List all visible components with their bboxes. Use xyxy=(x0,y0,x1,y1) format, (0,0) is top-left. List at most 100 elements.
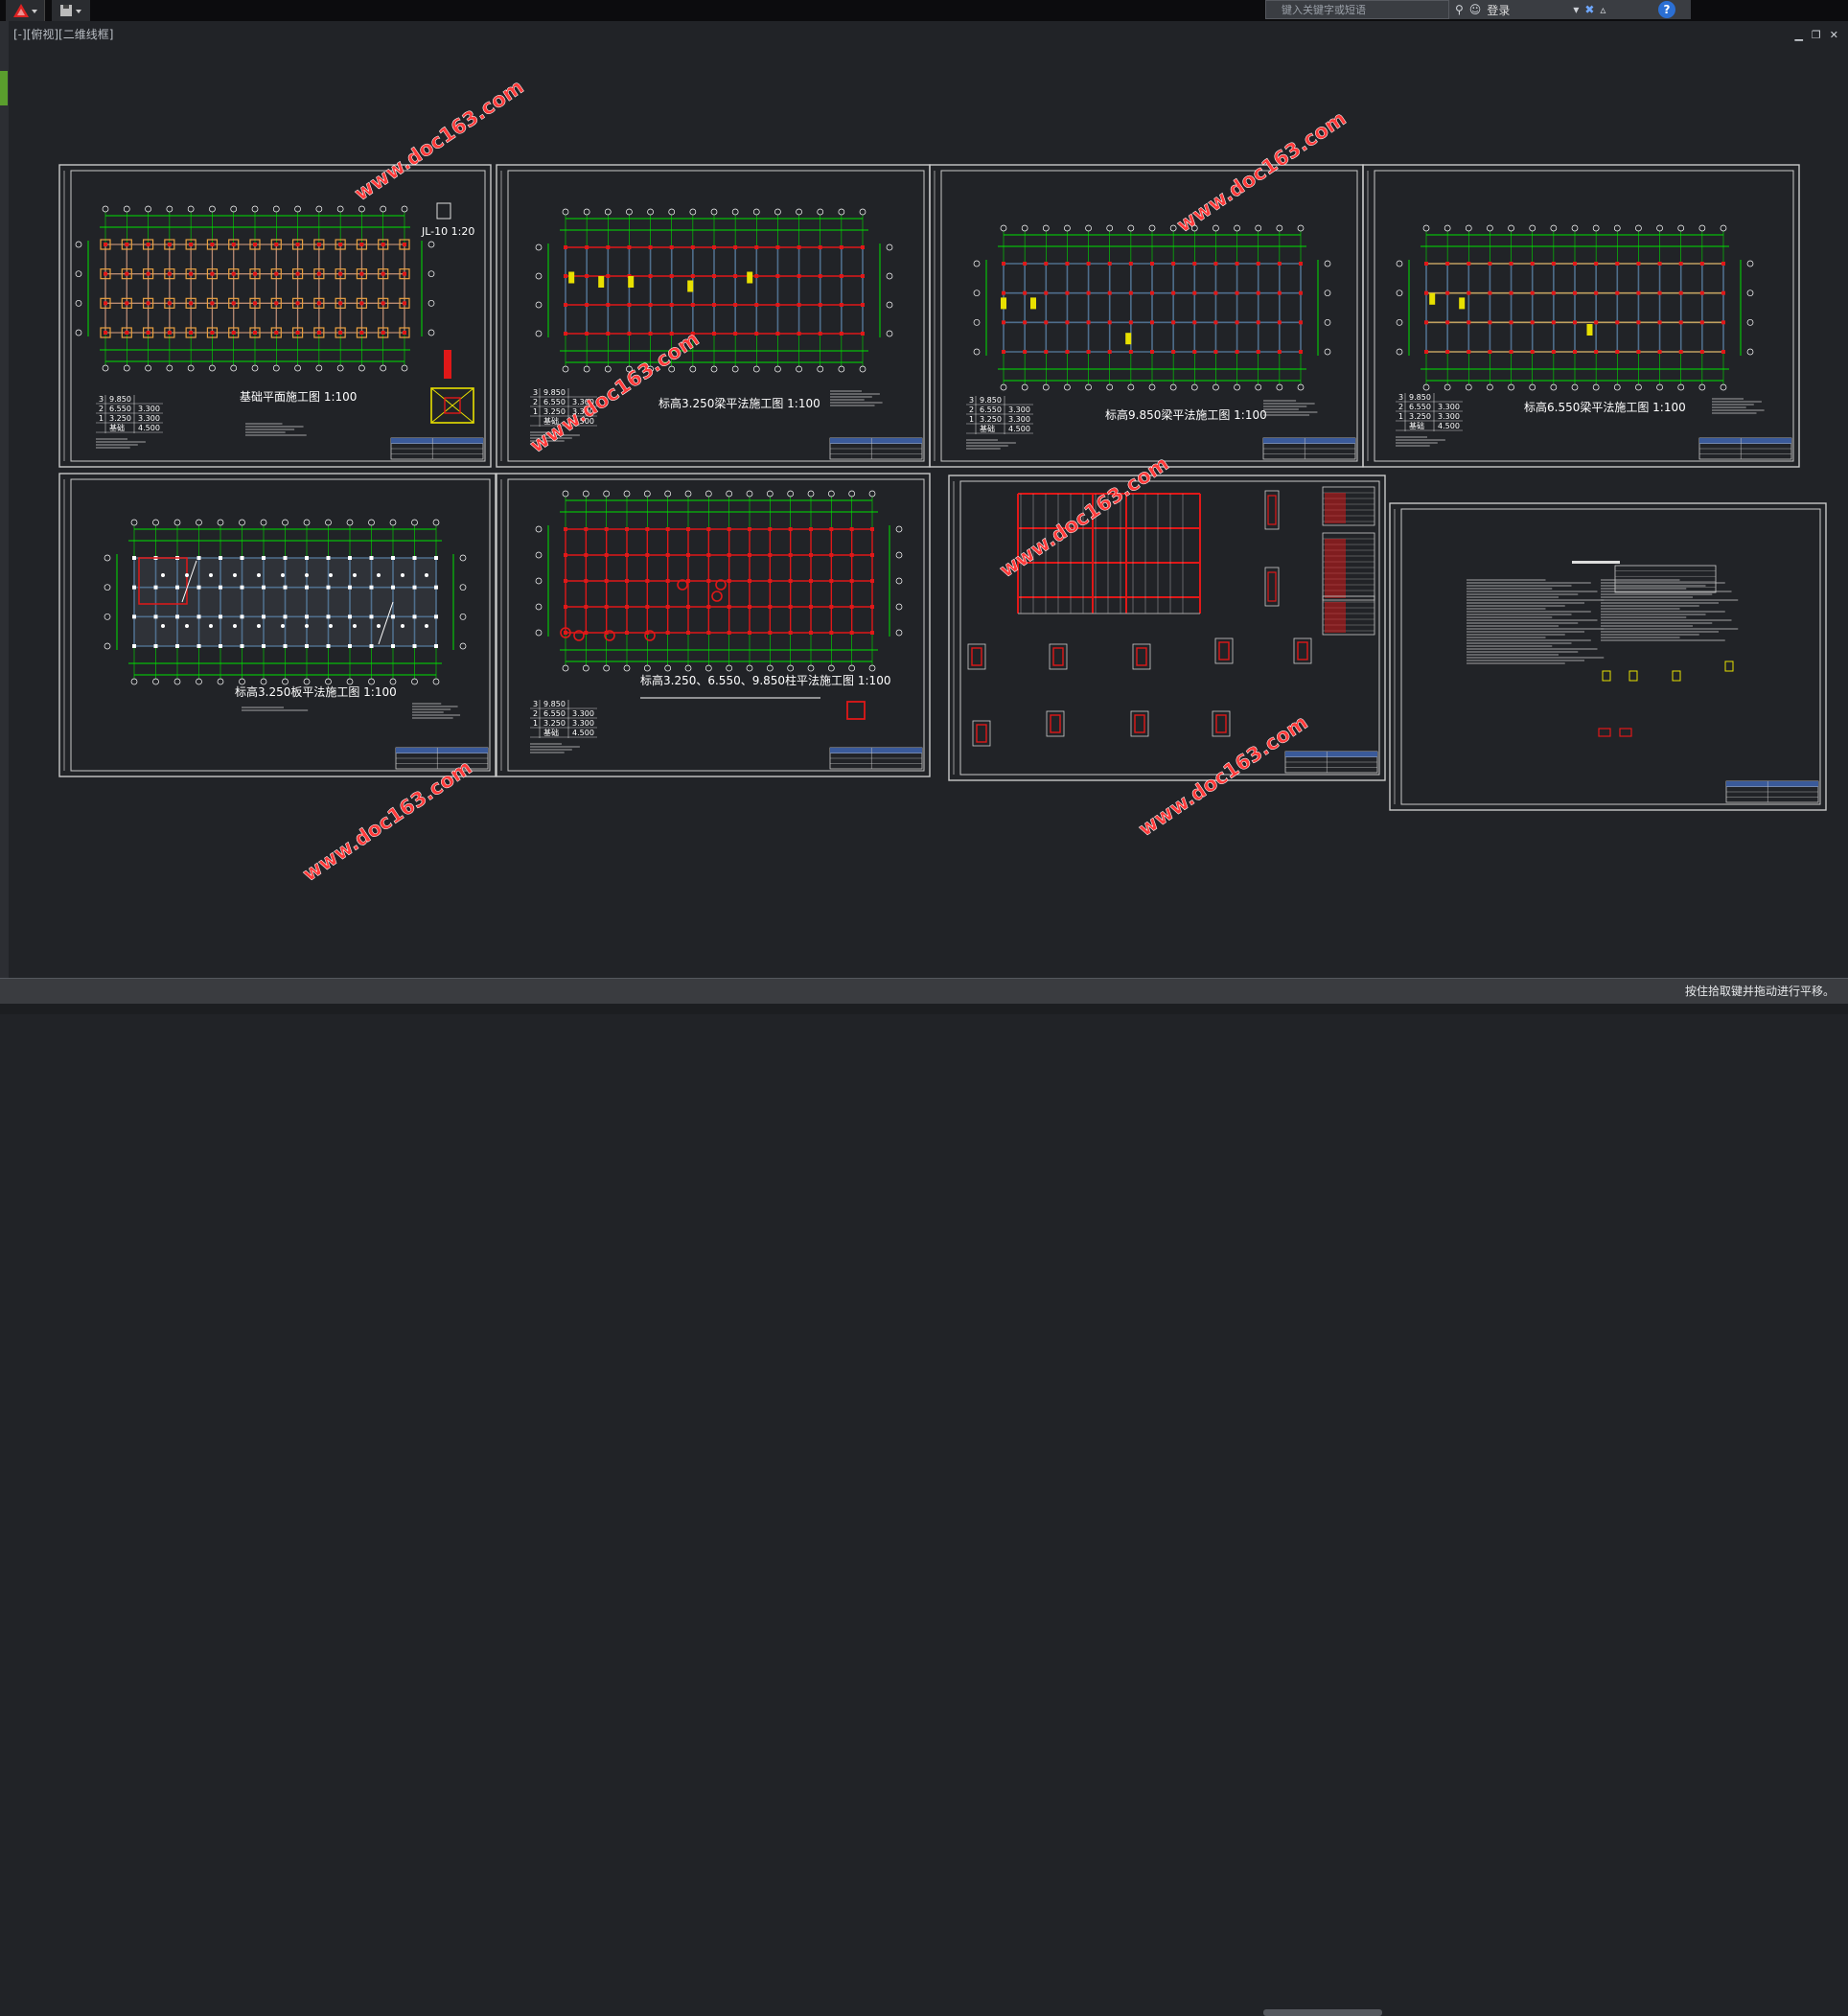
axis-bubble xyxy=(603,664,611,672)
floor-height: 4.500 xyxy=(1008,425,1030,433)
column xyxy=(359,243,364,246)
column xyxy=(316,301,321,306)
axis-bubble xyxy=(647,208,654,216)
column xyxy=(189,271,194,276)
column xyxy=(153,644,158,648)
column xyxy=(274,331,279,335)
floor-elevation: 6.550 xyxy=(109,405,131,413)
column xyxy=(585,274,589,278)
floor-height: 3.300 xyxy=(1008,415,1030,424)
axis-bubble xyxy=(368,678,375,685)
rebar-annotation xyxy=(1459,297,1466,310)
axis-bubble xyxy=(623,490,631,498)
section-detail xyxy=(1264,567,1280,607)
column xyxy=(1699,320,1704,325)
floor-number: 1 xyxy=(533,407,538,416)
axis-bubble xyxy=(459,613,467,620)
column xyxy=(1150,290,1154,295)
column xyxy=(706,605,711,609)
axis-bubble xyxy=(582,664,589,672)
column xyxy=(788,631,793,635)
column xyxy=(403,271,406,276)
column xyxy=(295,243,300,246)
scroll-thumb[interactable] xyxy=(1263,2009,1382,2016)
axis-bubble xyxy=(1465,224,1472,232)
column xyxy=(1657,262,1662,266)
floor-elevation: 9.850 xyxy=(109,395,131,404)
axis-bubble xyxy=(459,584,467,591)
column xyxy=(434,585,438,590)
column xyxy=(809,579,813,583)
column xyxy=(348,644,352,648)
sheet-border xyxy=(948,475,1386,781)
floor-number: 3 xyxy=(99,395,104,404)
column xyxy=(690,274,695,278)
column xyxy=(369,614,374,619)
column xyxy=(434,614,438,619)
axis-bubble xyxy=(838,365,845,373)
column xyxy=(818,332,822,336)
column xyxy=(359,271,364,276)
axis-bubble xyxy=(1276,383,1283,391)
column xyxy=(686,553,690,557)
axis-bubble xyxy=(1677,224,1685,232)
column xyxy=(733,303,738,307)
column xyxy=(645,527,650,531)
column xyxy=(146,243,150,246)
floor-number: 1 xyxy=(1398,412,1403,421)
axis-bubble xyxy=(1000,224,1007,232)
column xyxy=(146,271,150,276)
drawing-title: 标高3.250板平法施工图 1:100 xyxy=(235,684,397,699)
axis-bubble xyxy=(123,205,130,213)
sheet-foundation-plan: 基础平面施工图 1:100 JL-10 1:20 3 9.850 2 6.550 3.300… xyxy=(58,164,492,468)
column xyxy=(1678,350,1683,354)
model-space-canvas[interactable]: 基础平面施工图 1:100 JL-10 1:20 3 9.850 2 6.550 3.300… xyxy=(0,0,1848,1014)
column xyxy=(1277,350,1282,354)
rebar-annotation xyxy=(1586,324,1593,336)
axis-bubble xyxy=(535,272,543,280)
column xyxy=(1573,350,1577,354)
title-block xyxy=(829,747,923,770)
column xyxy=(262,644,266,648)
axis-bubble xyxy=(166,364,173,372)
axis-bubble xyxy=(848,490,856,498)
column xyxy=(584,553,589,557)
axis-bubble xyxy=(1487,383,1493,391)
column xyxy=(797,303,801,307)
axis-bubble xyxy=(973,348,981,356)
column xyxy=(1488,350,1492,354)
sheet-inner-border xyxy=(70,170,486,462)
axis-bubble xyxy=(1529,383,1536,391)
axis-bubble xyxy=(886,272,893,280)
axis-bubble xyxy=(1444,224,1451,232)
column xyxy=(196,556,201,560)
column xyxy=(809,553,813,557)
column xyxy=(1277,262,1282,266)
column xyxy=(1086,262,1091,266)
axis-bubble xyxy=(282,519,289,526)
column xyxy=(167,243,172,246)
column xyxy=(1299,262,1303,266)
column xyxy=(295,331,300,335)
axis-bubble xyxy=(848,664,856,672)
axis-bubble xyxy=(838,208,845,216)
axis-bubble xyxy=(427,241,435,248)
column xyxy=(1573,320,1577,325)
column xyxy=(1636,262,1641,266)
bottom-scrollbar[interactable] xyxy=(0,1004,1848,2016)
section-detail xyxy=(1046,710,1065,737)
axis-bubble xyxy=(1720,224,1727,232)
axis-bubble xyxy=(459,554,467,562)
column xyxy=(1192,350,1197,354)
axis-bubble xyxy=(401,205,408,213)
axis-bubble xyxy=(726,490,733,498)
column xyxy=(359,331,364,335)
column xyxy=(669,274,674,278)
title-block xyxy=(390,437,484,460)
column xyxy=(253,243,257,246)
column xyxy=(748,553,751,557)
axis-bubble xyxy=(380,364,387,372)
status-bar: 按住拾取键并拖动进行平移。 xyxy=(0,978,1848,1004)
axis-bubble xyxy=(710,208,718,216)
column xyxy=(348,585,352,590)
